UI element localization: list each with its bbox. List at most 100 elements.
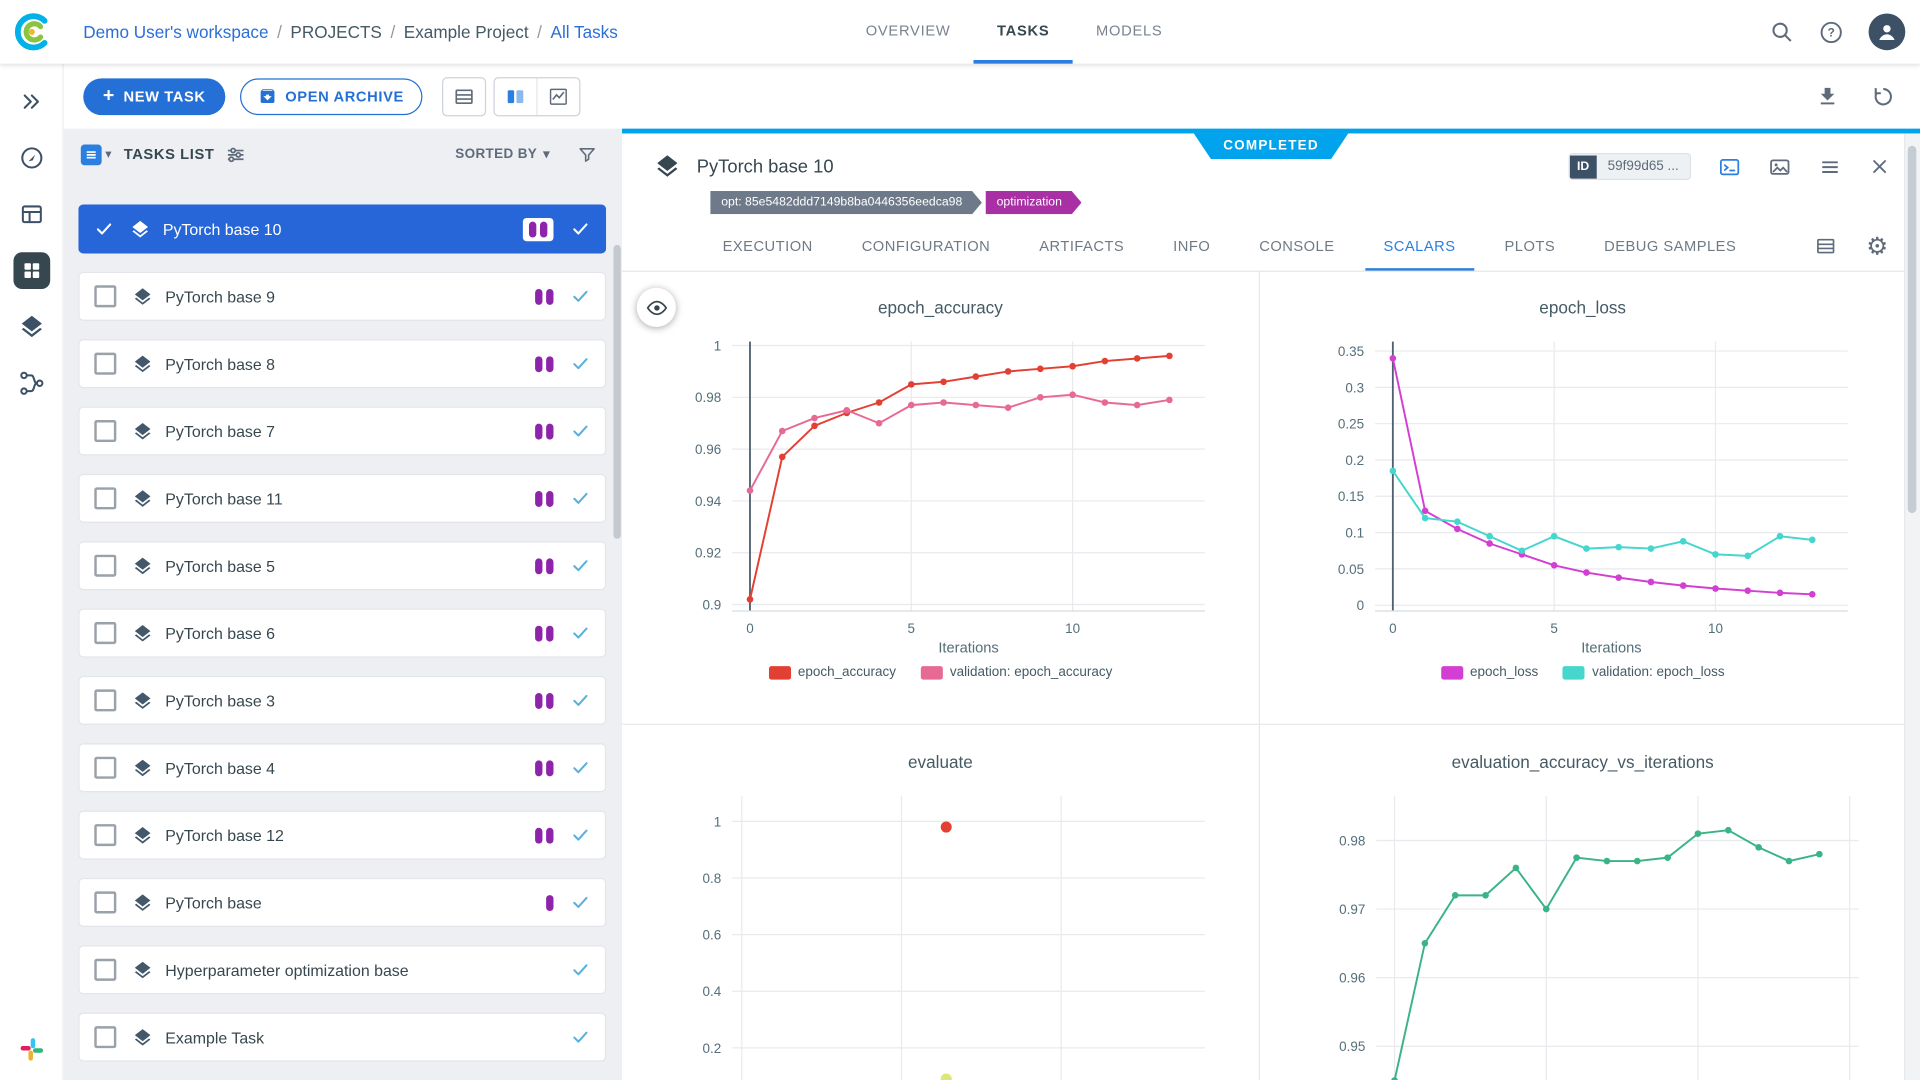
chart-canvas[interactable]: 051000.050.10.150.20.250.30.35Iterations [1260,332,1905,660]
task-row[interactable]: PyTorch base 4 [78,743,606,792]
task-row[interactable]: PyTorch base 3 [78,676,606,725]
detail-tab-execution[interactable]: EXECUTION [704,224,831,271]
projects-icon[interactable] [13,252,50,289]
task-checkbox[interactable] [94,285,116,307]
reports-icon[interactable] [13,196,50,233]
download-icon[interactable] [1816,84,1839,108]
task-row[interactable]: PyTorch base 7 [78,407,606,456]
chart-canvas[interactable]: 05100.90.920.940.960.981Iterations [622,332,1259,660]
detail-tab-configuration[interactable]: CONFIGURATION [843,224,1008,271]
completed-check-icon [571,354,591,374]
tag-pill-icon [535,625,542,641]
task-tag[interactable]: optimization [986,191,1082,214]
customize-columns-icon[interactable] [225,144,246,165]
legend-item[interactable]: epoch_loss [1441,665,1539,680]
close-icon[interactable] [1869,156,1891,178]
new-task-button[interactable]: + NEW TASK [83,78,225,115]
plus-icon: + [103,86,115,106]
toggle-details-view[interactable] [495,78,537,115]
task-row[interactable]: PyTorch base 10 [78,204,606,253]
detail-tab-info[interactable]: INFO [1155,224,1229,271]
top-tab-models[interactable]: MODELS [1073,0,1186,64]
top-tab-overview[interactable]: OVERVIEW [842,0,973,64]
chart-canvas[interactable]: 0.950.960.970.98 [1260,786,1905,1080]
top-tab-tasks[interactable]: TASKS [974,0,1073,64]
task-row[interactable]: PyTorch base 12 [78,811,606,860]
task-checkbox[interactable] [94,757,116,779]
scrollbar-thumb[interactable] [613,245,620,539]
task-row-right [535,489,590,509]
svg-text:0.35: 0.35 [1337,344,1363,359]
legend-item[interactable]: epoch_accuracy [768,665,895,680]
task-checkbox[interactable] [94,420,116,442]
sort-by-control[interactable]: SORTED BY ▾ [455,147,550,162]
task-row-right [535,287,590,307]
breadcrumb-item[interactable]: Demo User's workspace [83,22,268,42]
detail-tab-scalars[interactable]: SCALARS [1365,224,1474,271]
tag-pill-icon [535,692,542,708]
task-tag[interactable]: opt: 85e5482ddd7149b8ba0446356eedca98 [710,191,982,214]
tag-pill-icon [535,490,542,506]
chart-epoch-loss: epoch_loss 051000.050.10.150.20.250.30.3… [1260,271,1905,724]
pipelines-icon[interactable] [13,365,50,402]
topbar-actions: ? [1769,0,1905,64]
breadcrumb: Demo User's workspace/PROJECTS/Example P… [83,22,618,42]
toggle-table-view[interactable] [443,78,485,115]
auto-refresh-icon[interactable] [1871,84,1895,108]
metrics-table-icon[interactable] [1815,235,1837,259]
task-id-pill[interactable]: ID 59f99d65 ... [1568,153,1691,180]
hide-show-plots-eye-icon[interactable] [637,288,676,327]
detail-tab-console[interactable]: CONSOLE [1241,224,1353,271]
expand-sidebar-icon[interactable] [13,83,50,120]
dashboard-icon[interactable] [13,140,50,177]
search-icon[interactable] [1769,20,1793,44]
community-slack-icon[interactable] [13,1031,50,1068]
svg-text:5: 5 [1550,621,1557,636]
task-row[interactable]: PyTorch base 9 [78,272,606,321]
task-row[interactable]: PyTorch base 6 [78,609,606,658]
sorted-by-label: SORTED BY [455,147,537,162]
task-checkbox[interactable] [94,487,116,509]
task-type-icon [132,1027,153,1048]
datasets-icon[interactable] [13,309,50,346]
detail-tab-debug-samples[interactable]: DEBUG SAMPLES [1586,224,1755,271]
legend-item[interactable]: validation: epoch_loss [1563,665,1725,680]
scrollbar-thumb[interactable] [1908,146,1917,513]
task-name: PyTorch base 11 [165,489,282,507]
task-row[interactable]: PyTorch base [78,878,606,927]
user-avatar[interactable] [1869,13,1906,50]
task-checkbox[interactable] [94,1026,116,1048]
task-checkbox[interactable] [94,689,116,711]
detail-tab-plots[interactable]: PLOTS [1486,224,1573,271]
task-row[interactable]: PyTorch base 11 [78,474,606,523]
table-card-view-selector[interactable]: ▾ [81,144,112,165]
task-checkbox[interactable] [94,555,116,577]
breadcrumb-item[interactable]: All Tasks [551,22,618,42]
clearml-logo-icon[interactable] [10,10,54,54]
chart-canvas[interactable]: 0.20.40.60.81 [622,786,1259,1080]
filter-icon[interactable] [577,144,598,165]
task-checkbox[interactable] [94,353,116,375]
task-row[interactable]: PyTorch base 5 [78,541,606,590]
image-preview-icon[interactable] [1768,155,1791,178]
console-output-icon[interactable] [1718,155,1741,178]
detail-tab-artifacts[interactable]: ARTIFACTS [1021,224,1143,271]
tag-pill-icon [546,692,553,708]
menu-icon[interactable] [1818,155,1841,178]
task-checkbox[interactable] [94,622,116,644]
settings-gear-icon[interactable]: ⚙ [1866,235,1888,259]
task-row-right [535,354,590,374]
task-checkbox[interactable] [94,824,116,846]
new-task-label: NEW TASK [123,88,205,105]
tag-pill-icon [535,356,542,372]
legend-item[interactable]: validation: epoch_accuracy [920,665,1112,680]
task-row[interactable]: Hyperparameter optimization base [78,945,606,994]
open-archive-button[interactable]: OPEN ARCHIVE [240,78,422,115]
task-row[interactable]: Example Task [78,1013,606,1062]
task-checkbox[interactable] [94,959,116,981]
task-row[interactable]: PyTorch base 8 [78,339,606,388]
help-icon[interactable]: ? [1818,19,1844,45]
completed-check-icon [571,758,591,778]
task-checkbox[interactable] [94,891,116,913]
toggle-compare-view[interactable] [536,78,579,115]
